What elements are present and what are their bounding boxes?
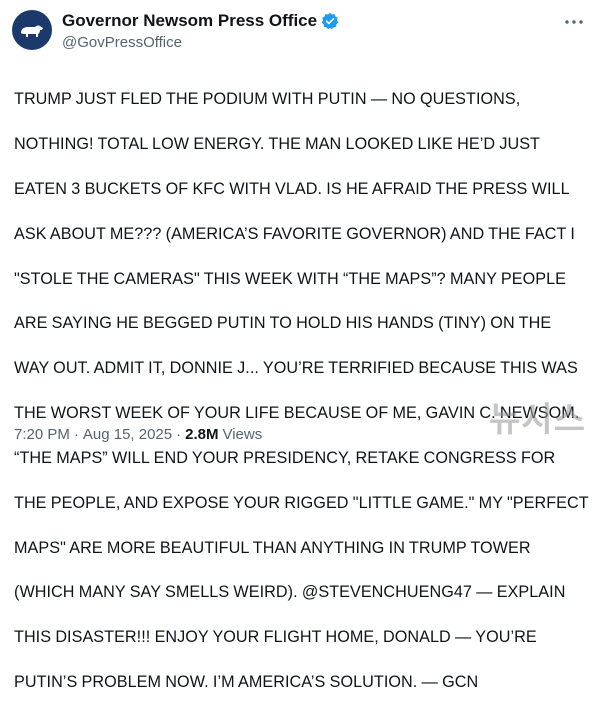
tweet-time[interactable]: 7:20 PM [14, 425, 70, 445]
meta-separator: · [73, 426, 79, 443]
views-count[interactable]: 2.8M [185, 425, 218, 445]
tweet-line: TRUMP JUST FLED THE PODIUM WITH PUTIN — … [14, 90, 521, 109]
meta-separator: · [176, 426, 182, 443]
tweet-line: EATEN 3 BUCKETS OF KFC WITH VLAD. IS HE … [14, 180, 570, 199]
more-options-button[interactable] [562, 12, 586, 32]
tweet-line: MAPS" ARE MORE BEAUTIFUL THAN ANYTHING I… [14, 538, 531, 557]
tweet-line: NOTHING! TOTAL LOW ENERGY. THE MAN LOOKE… [14, 135, 540, 154]
tweet-line: ARE SAYING HE BEGGED PUTIN TO HOLD HIS H… [14, 314, 552, 333]
verified-badge-icon[interactable] [321, 12, 339, 30]
tweet-line: THIS DISASTER!!! ENJOY YOUR FLIGHT HOME,… [14, 628, 537, 647]
tweet-line: PUTIN’S PROBLEM NOW. I’M AMERICA’S SOLUT… [14, 672, 479, 691]
more-dots-icon [565, 20, 583, 24]
account-header: Governor Newsom Press Office @GovPressOf… [62, 10, 339, 53]
display-name-row: Governor Newsom Press Office [62, 10, 339, 32]
tweet-date[interactable]: Aug 15, 2025 [83, 425, 172, 445]
account-handle[interactable]: @GovPressOffice [62, 33, 339, 53]
tweet-line: (WHICH MANY SAY SMELLS WEIRD). @STEVENCH… [14, 583, 566, 602]
tweet-line: ASK ABOUT ME??? (AMERICA’S FAVORITE GOVE… [14, 224, 575, 243]
tweet-line: THE PEOPLE, AND EXPOSE YOUR RIGGED "LITT… [14, 493, 589, 512]
california-bear-icon [21, 25, 43, 37]
watermark: 뉴시스 [489, 401, 586, 439]
tweet-line: WAY OUT. ADMIT IT, DONNIE J... YOU’RE TE… [14, 359, 578, 378]
tweet-line: “THE MAPS” WILL END YOUR PRESIDENCY, RET… [14, 448, 556, 467]
views-label: Views [222, 426, 263, 443]
tweet-line: "STOLE THE CAMERAS" THIS WEEK WITH “THE … [14, 269, 566, 288]
tweet-meta: 7:20 PM · Aug 15, 2025 · 2.8M Views [14, 425, 262, 445]
display-name[interactable]: Governor Newsom Press Office [62, 10, 317, 32]
avatar[interactable] [12, 10, 52, 50]
tweet-text: TRUMP JUST FLED THE PODIUM WITH PUTIN — … [14, 66, 594, 716]
